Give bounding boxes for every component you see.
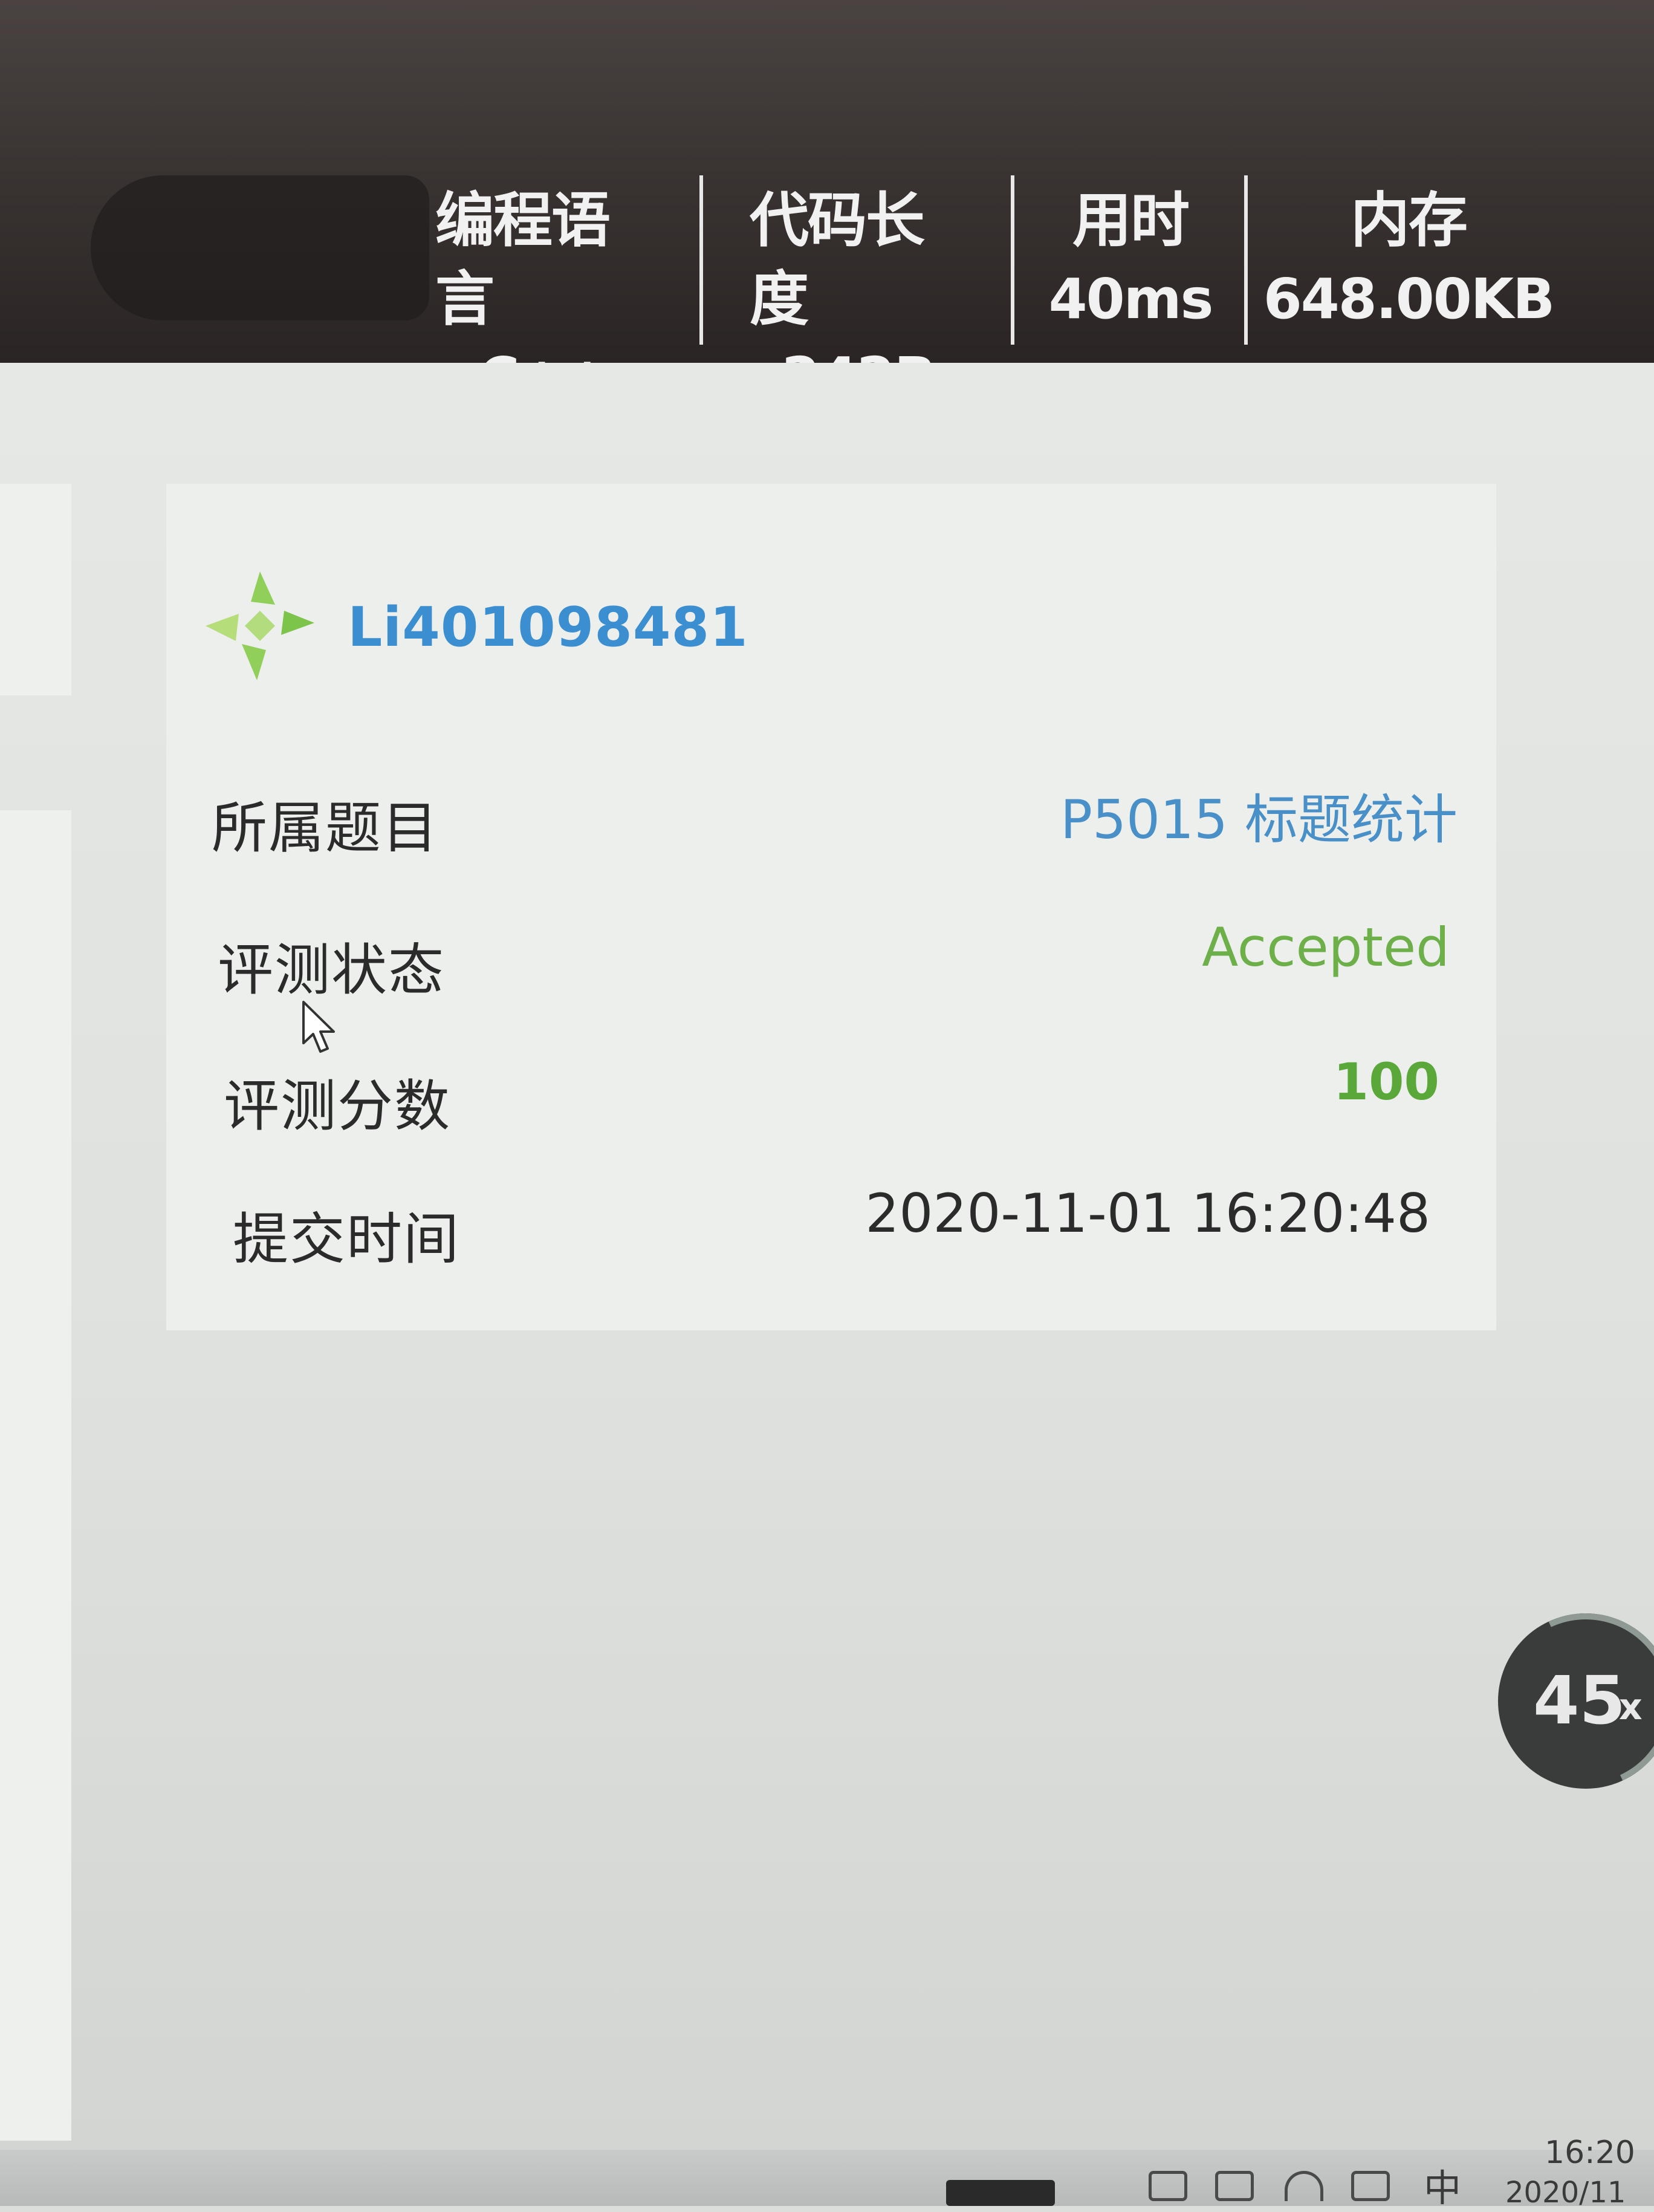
windows-taskbar bbox=[0, 2150, 1654, 2206]
stat-code-length: 代码长度 242B bbox=[750, 181, 967, 410]
status-label: 评测状态 bbox=[218, 938, 446, 1003]
score-value: 100 bbox=[1333, 1052, 1439, 1111]
submit-time-value: 2020-11-01 16:20:48 bbox=[865, 1182, 1430, 1244]
mouse-cursor-icon bbox=[302, 1001, 335, 1053]
problem-label: 所属题目 bbox=[212, 796, 439, 860]
stat-memory-value: 648.00KB bbox=[1263, 267, 1555, 331]
submit-time-label: 提交时间 bbox=[233, 1207, 461, 1272]
stat-divider bbox=[1011, 175, 1014, 345]
stat-time-label: 用时 bbox=[1072, 186, 1190, 255]
stat-memory: 内存 648.00KB bbox=[1263, 181, 1555, 351]
stat-divider bbox=[699, 175, 703, 345]
header-shadow bbox=[91, 175, 429, 320]
stat-time: 用时 40ms bbox=[1049, 181, 1214, 351]
stat-language-label: 编程语言 bbox=[435, 186, 611, 334]
problem-link[interactable]: P5015 标题统计 bbox=[1060, 777, 1458, 854]
user-avatar-icon bbox=[206, 571, 314, 680]
taskbar-clock-time[interactable]: 16:20 bbox=[1545, 2135, 1635, 2171]
battery-icon[interactable] bbox=[946, 2180, 1055, 2206]
stat-time-value: 40ms bbox=[1048, 267, 1214, 331]
stat-code-length-label: 代码长度 bbox=[750, 186, 925, 334]
network-icon[interactable] bbox=[1149, 2171, 1187, 2201]
display-icon[interactable] bbox=[1215, 2171, 1254, 2201]
score-label: 评测分数 bbox=[224, 1074, 452, 1139]
stat-memory-label: 内存 bbox=[1350, 186, 1468, 255]
side-panel-edge bbox=[0, 484, 71, 695]
side-panel-edge bbox=[0, 810, 71, 2141]
stat-language: 编程语言 C++ bbox=[435, 181, 653, 410]
username-link[interactable]: Li401098481 bbox=[348, 596, 748, 659]
stat-divider bbox=[1244, 175, 1248, 345]
input-method-indicator[interactable]: 中 bbox=[1424, 2158, 1461, 2212]
volume-icon[interactable] bbox=[1351, 2171, 1390, 2201]
taskbar-clock-date[interactable]: 2020/11 bbox=[1505, 2176, 1626, 2210]
status-value: Accepted bbox=[1202, 916, 1450, 978]
